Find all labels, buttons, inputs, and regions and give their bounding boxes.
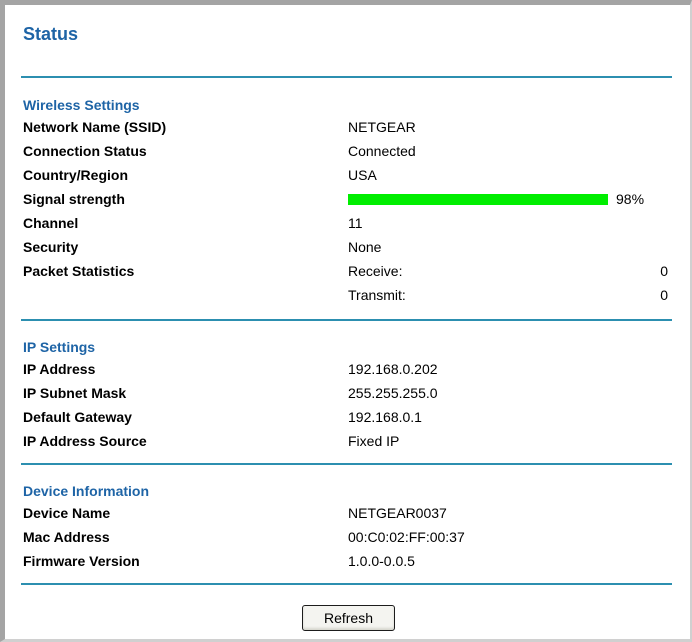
signal-strength-percent: 98% [616, 191, 645, 207]
divider [21, 76, 672, 78]
ip-subnet-mask-value: 255.255.255.0 [348, 385, 438, 401]
transmit-label: Transmit: [348, 287, 406, 303]
connection-status-row: Connection Status Connected [5, 140, 685, 162]
ssid-label: Network Name (SSID) [23, 119, 167, 135]
transmit-value: 0 [660, 287, 668, 303]
country-region-row: Country/Region USA [5, 164, 685, 186]
security-label: Security [23, 239, 79, 255]
ip-settings-heading: IP Settings [23, 339, 96, 355]
page-title: Status [23, 24, 79, 44]
country-region-value: USA [348, 167, 377, 183]
ssid-row: Network Name (SSID) NETGEAR [5, 116, 685, 138]
channel-row: Channel 11 [5, 212, 685, 234]
ip-address-row: IP Address 192.168.0.202 [5, 358, 685, 380]
connection-status-label: Connection Status [23, 143, 147, 159]
packet-statistics-label: Packet Statistics [23, 263, 135, 279]
channel-label: Channel [23, 215, 79, 231]
device-name-value: NETGEAR0037 [348, 505, 447, 521]
divider [21, 463, 672, 465]
device-name-row: Device Name NETGEAR0037 [5, 502, 685, 524]
device-name-label: Device Name [23, 505, 111, 521]
signal-strength-row: Signal strength 98% [5, 188, 685, 210]
default-gateway-value: 192.168.0.1 [348, 409, 422, 425]
refresh-button[interactable]: Refresh [302, 605, 395, 631]
packet-statistics-row: Packet Statistics Receive: 0 [5, 260, 685, 282]
connection-status-value: Connected [348, 143, 416, 159]
security-row: Security None [5, 236, 685, 258]
default-gateway-row: Default Gateway 192.168.0.1 [5, 406, 685, 428]
ip-subnet-mask-label: IP Subnet Mask [23, 385, 127, 401]
country-region-label: Country/Region [23, 167, 128, 183]
ip-address-label: IP Address [23, 361, 96, 377]
default-gateway-label: Default Gateway [23, 409, 132, 425]
device-information-heading: Device Information [23, 483, 150, 499]
signal-strength-label: Signal strength [23, 191, 125, 207]
ip-address-value: 192.168.0.202 [348, 361, 438, 377]
receive-label: Receive: [348, 263, 403, 279]
transmit-row: Transmit: 0 [5, 284, 685, 306]
mac-address-label: Mac Address [23, 529, 110, 545]
mac-address-row: Mac Address 00:C0:02:FF:00:37 [5, 526, 685, 548]
divider [21, 319, 672, 321]
ip-address-source-label: IP Address Source [23, 433, 147, 449]
mac-address-value: 00:C0:02:FF:00:37 [348, 529, 465, 545]
ip-address-source-value: Fixed IP [348, 433, 400, 449]
signal-strength-fill [348, 194, 608, 205]
status-panel: Status Wireless Settings Network Name (S… [0, 0, 692, 642]
ip-subnet-mask-row: IP Subnet Mask 255.255.255.0 [5, 382, 685, 404]
firmware-version-value: 1.0.0-0.0.5 [348, 553, 415, 569]
signal-strength-bar [348, 194, 613, 205]
firmware-version-label: Firmware Version [23, 553, 140, 569]
ssid-value: NETGEAR [348, 119, 416, 135]
firmware-version-row: Firmware Version 1.0.0-0.0.5 [5, 550, 685, 572]
divider [21, 583, 672, 585]
ip-address-source-row: IP Address Source Fixed IP [5, 430, 685, 452]
receive-value: 0 [660, 263, 668, 279]
wireless-settings-heading: Wireless Settings [23, 97, 140, 113]
channel-value: 11 [348, 215, 363, 231]
security-value: None [348, 239, 382, 255]
